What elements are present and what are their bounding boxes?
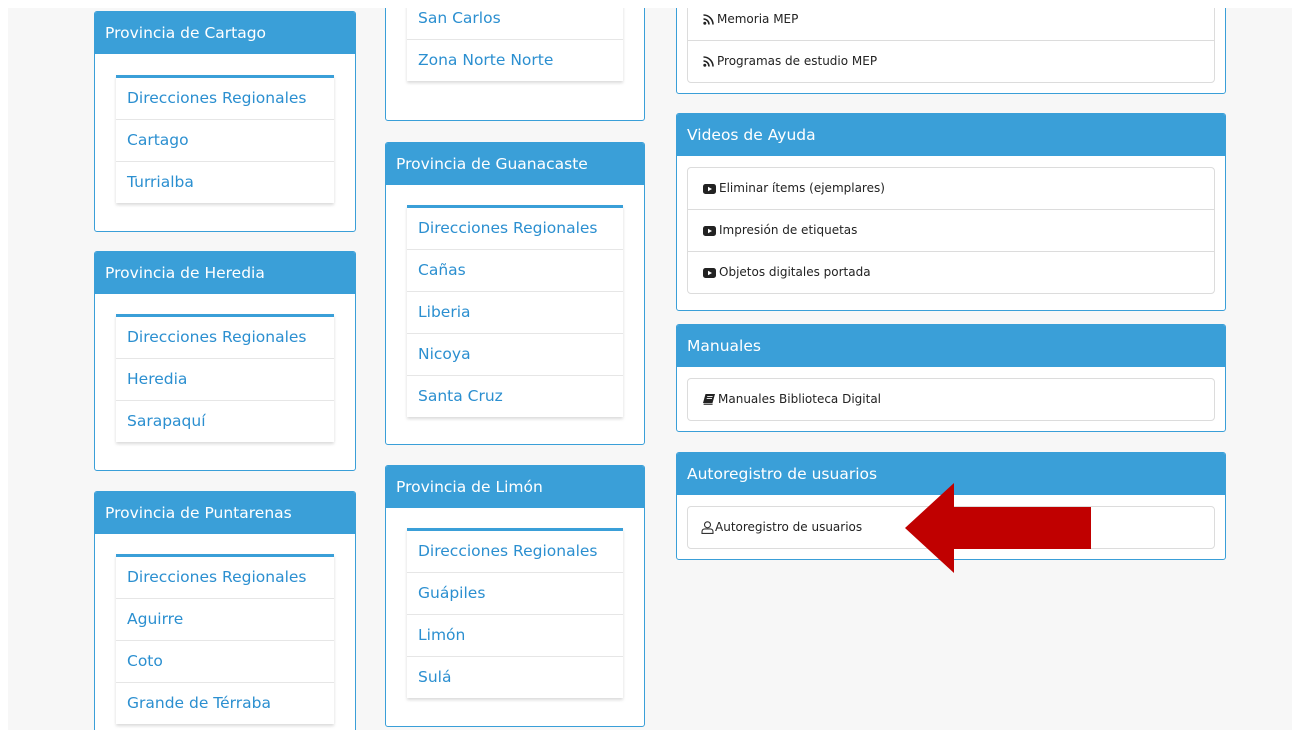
user-icon — [701, 521, 714, 534]
list-item[interactable]: Heredia — [116, 359, 334, 401]
list-item[interactable]: Direcciones Regionales — [407, 208, 623, 250]
region-list: Direcciones Regionales Aguirre Coto Gran… — [116, 554, 334, 724]
list-item[interactable]: Santa Cruz — [407, 376, 623, 417]
panel-title: Provincia de Limón — [386, 466, 644, 508]
list-item[interactable]: Direcciones Regionales — [116, 557, 334, 599]
panel-title: Provincia de Cartago — [95, 12, 355, 54]
list-item[interactable]: Limón — [407, 615, 623, 657]
rss-icon — [703, 56, 714, 67]
link-objetos-digitales-portada[interactable]: Objetos digitales portada — [688, 252, 1214, 293]
book-icon — [703, 394, 715, 405]
link-label: Impresión de etiquetas — [719, 223, 858, 237]
list-item[interactable]: Sulá — [407, 657, 623, 698]
panel-title: Videos de Ayuda — [677, 114, 1225, 156]
list-item[interactable]: Direcciones Regionales — [116, 78, 334, 120]
link-list: Memoria MEP Programas de estudio MEP — [687, 8, 1215, 83]
youtube-icon — [703, 225, 716, 236]
list-item[interactable]: Sarapaquí — [116, 401, 334, 442]
link-list: Manuales Biblioteca Digital — [687, 378, 1215, 421]
youtube-icon — [703, 183, 716, 194]
youtube-icon — [703, 267, 716, 278]
link-label: Memoria MEP — [717, 12, 799, 26]
list-item[interactable]: Direcciones Regionales — [116, 317, 334, 359]
panel-title: Provincia de Puntarenas — [95, 492, 355, 534]
panel-provincia-cartago: Provincia de Cartago Direcciones Regiona… — [94, 11, 356, 232]
link-impresion-etiquetas[interactable]: Impresión de etiquetas — [688, 210, 1214, 252]
link-programas-estudio-mep[interactable]: Programas de estudio MEP — [688, 41, 1214, 82]
panel-provincia-limon: Provincia de Limón Direcciones Regionale… — [385, 465, 645, 727]
link-label: Manuales Biblioteca Digital — [718, 392, 882, 406]
panel-title: Manuales — [677, 325, 1225, 367]
list-item[interactable]: Nicoya — [407, 334, 623, 376]
list-item[interactable]: Cartago — [116, 120, 334, 162]
page: Provincia de Cartago Direcciones Regiona… — [8, 8, 1292, 730]
list-item[interactable]: Direcciones Regionales — [407, 531, 623, 573]
panel-manuales: Manuales Manuales Biblioteca Digital — [676, 324, 1226, 432]
list-item[interactable]: San Carlos — [407, 8, 623, 40]
link-eliminar-items[interactable]: Eliminar ítems (ejemplares) — [688, 168, 1214, 210]
list-item[interactable]: Turrialba — [116, 162, 334, 203]
region-list: Direcciones Regionales Guápiles Limón Su… — [407, 528, 623, 698]
panel-videos-ayuda: Videos de Ayuda Eliminar ítems (ejemplar… — [676, 113, 1226, 311]
link-label: Eliminar ítems (ejemplares) — [719, 181, 885, 195]
red-arrow-annotation — [905, 483, 1092, 577]
list-item[interactable]: Zona Norte Norte — [407, 40, 623, 81]
link-memoria-mep[interactable]: Memoria MEP — [688, 8, 1214, 41]
link-label: Objetos digitales portada — [719, 265, 871, 279]
list-item[interactable]: Cañas — [407, 250, 623, 292]
region-list: Direcciones Regionales Cartago Turrialba — [116, 75, 334, 203]
link-label: Programas de estudio MEP — [717, 54, 878, 68]
list-item[interactable]: Guápiles — [407, 573, 623, 615]
link-label: Autoregistro de usuarios — [715, 520, 863, 534]
list-item[interactable]: Grande de Térraba — [116, 683, 334, 724]
panel-provincia-puntarenas: Provincia de Puntarenas Direcciones Regi… — [94, 491, 356, 730]
link-list: Eliminar ítems (ejemplares) Impresión de… — [687, 167, 1215, 294]
rss-icon — [703, 14, 714, 25]
list-item[interactable]: Liberia — [407, 292, 623, 334]
panel-provincia-heredia: Provincia de Heredia Direcciones Regiona… — [94, 251, 356, 471]
region-list: San Carlos Zona Norte Norte — [407, 8, 623, 81]
panel-zona-norte: San Carlos Zona Norte Norte — [385, 8, 645, 121]
region-list: Direcciones Regionales Cañas Liberia Nic… — [407, 205, 623, 417]
panel-provincia-guanacaste: Provincia de Guanacaste Direcciones Regi… — [385, 142, 645, 445]
region-list: Direcciones Regionales Heredia Sarapaquí — [116, 314, 334, 442]
panel-title: Provincia de Heredia — [95, 252, 355, 294]
list-item[interactable]: Aguirre — [116, 599, 334, 641]
list-item[interactable]: Coto — [116, 641, 334, 683]
link-manuales-biblioteca-digital[interactable]: Manuales Biblioteca Digital — [688, 379, 1214, 420]
panel-recursos-mep: Memoria MEP Programas de estudio MEP — [676, 8, 1226, 94]
panel-title: Provincia de Guanacaste — [386, 143, 644, 185]
